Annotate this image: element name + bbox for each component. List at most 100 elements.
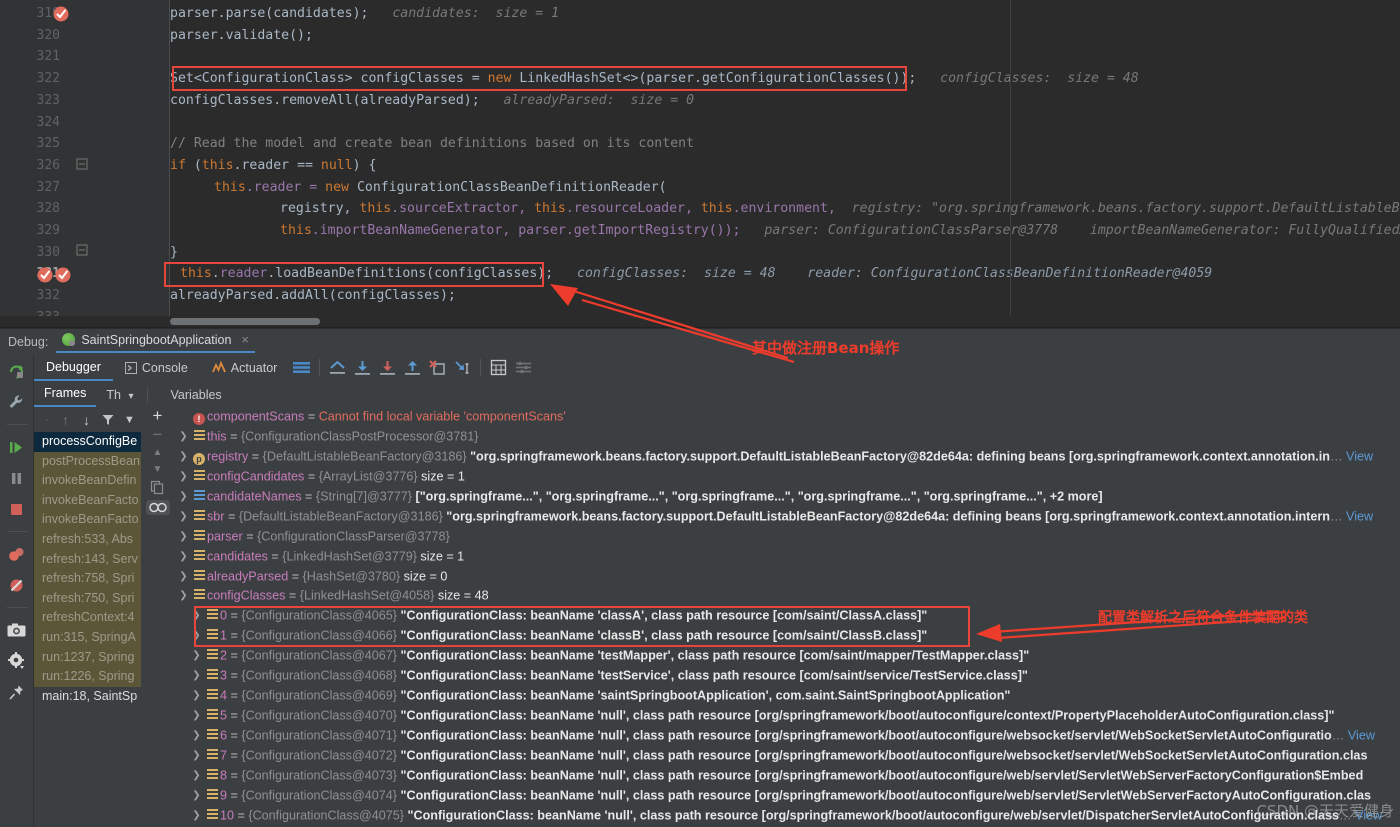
variable-row[interactable]: ❯candidates = {LinkedHashSet@3779} size … <box>176 547 1400 567</box>
tree-expander-icon[interactable]: ❯ <box>189 726 204 746</box>
fold-marker-icon[interactable] <box>76 244 88 256</box>
view-link[interactable]: View <box>1346 449 1373 463</box>
this-keyword: this <box>180 266 212 281</box>
editor-horizontal-scrollbar-thumb[interactable] <box>170 318 320 325</box>
tree-expander-icon[interactable]: ❯ <box>176 447 191 467</box>
variable-row[interactable]: ❯10 = {ConfigurationClass@4075} "Configu… <box>176 806 1400 826</box>
code-text: .reader == <box>234 158 321 173</box>
variable-row[interactable]: ❯candidateNames = {String[7]@3777} ["org… <box>176 487 1400 507</box>
filter-icon[interactable] <box>98 414 118 426</box>
view-link[interactable]: View <box>1346 509 1373 523</box>
run-configuration-tab[interactable]: SaintSpringbootApplication × <box>56 330 255 353</box>
rerun-icon[interactable] <box>6 360 28 382</box>
tree-expander-icon[interactable]: ❯ <box>189 746 204 766</box>
code-lines[interactable]: parser.parse(candidates); candidates: si… <box>170 0 1400 316</box>
close-icon[interactable]: × <box>241 332 249 347</box>
view-breakpoints-icon[interactable] <box>6 543 28 565</box>
frames-dropdown-icon[interactable]: ▼ <box>120 414 139 426</box>
tab-frames[interactable]: Frames <box>34 386 96 407</box>
tab-debugger[interactable]: Debugger <box>34 354 113 381</box>
editor-fold-gutter[interactable] <box>78 0 170 328</box>
frame-up-icon[interactable]: ↑ <box>56 412 75 428</box>
variable-row[interactable]: !componentScans = Cannot find local vari… <box>176 407 1400 427</box>
tree-expander-icon[interactable]: ❯ <box>176 507 191 527</box>
variable-row[interactable]: ❯configClasses = {LinkedHashSet@4058} si… <box>176 586 1400 606</box>
variable-row[interactable]: ❯3 = {ConfigurationClass@4068} "Configur… <box>176 666 1400 686</box>
fold-marker-icon[interactable] <box>76 158 88 170</box>
resume-icon[interactable] <box>6 436 28 458</box>
variable-row[interactable]: ❯4 = {ConfigurationClass@4069} "Configur… <box>176 686 1400 706</box>
variable-index: 3 <box>220 669 227 683</box>
variable-row[interactable]: ❯8 = {ConfigurationClass@4073} "Configur… <box>176 766 1400 786</box>
tree-collapse-icon[interactable]: ❯ <box>176 586 191 606</box>
tree-expander-icon[interactable]: ❯ <box>189 646 204 666</box>
pin-icon[interactable] <box>6 681 28 703</box>
breakpoint-icon[interactable] <box>54 266 72 283</box>
move-up-icon[interactable]: ▲ <box>153 447 163 458</box>
view-link[interactable]: View <box>1355 808 1382 822</box>
step-over-button[interactable] <box>350 357 375 379</box>
tree-expander-icon[interactable]: ❯ <box>176 427 191 447</box>
chevron-down-icon[interactable]: ▾ <box>128 391 133 402</box>
variable-row[interactable]: ❯pregistry = {DefaultListableBeanFactory… <box>176 447 1400 467</box>
force-step-into-button[interactable] <box>425 357 450 379</box>
settings-sliders-button[interactable] <box>511 357 536 379</box>
tab-variables[interactable]: Variables <box>152 388 231 407</box>
variable-row[interactable]: ❯5 = {ConfigurationClass@4070} "Configur… <box>176 706 1400 726</box>
wrench-icon[interactable] <box>6 391 28 413</box>
variable-index: 0 <box>220 609 227 623</box>
variable-row[interactable]: ❯2 = {ConfigurationClass@4067} "Configur… <box>176 646 1400 666</box>
tree-expander-icon[interactable]: ❯ <box>176 467 191 487</box>
debug-side-toolbar[interactable] <box>0 354 34 827</box>
variable-row[interactable]: ❯sbr = {DefaultListableBeanFactory@3186}… <box>176 507 1400 527</box>
tree-expander-icon[interactable]: ❯ <box>189 706 204 726</box>
breakpoint-icon[interactable] <box>36 266 54 283</box>
variables-side-toolbar[interactable]: + − ▲ ▼ <box>141 407 174 827</box>
remove-watch-icon[interactable]: − <box>153 429 163 441</box>
variable-row[interactable]: ❯9 = {ConfigurationClass@4074} "Configur… <box>176 786 1400 806</box>
tree-expander-icon[interactable]: ❯ <box>176 527 191 547</box>
tab-actuator[interactable]: Actuator <box>200 354 290 381</box>
object-icon <box>204 686 220 706</box>
tree-expander-icon[interactable]: ❯ <box>189 606 204 626</box>
tab-console[interactable]: Console <box>113 354 200 381</box>
debugger-panel-tabs[interactable]: Frames Th ▾ Variables <box>34 381 1400 407</box>
equals: = <box>268 549 282 563</box>
tree-expander-icon[interactable]: ❯ <box>189 766 204 786</box>
variable-row[interactable]: ❯7 = {ConfigurationClass@4072} "Configur… <box>176 746 1400 766</box>
tree-expander-icon[interactable]: ❯ <box>176 547 191 567</box>
add-watch-icon[interactable]: + <box>153 409 163 423</box>
tree-expander-icon[interactable]: ❯ <box>189 686 204 706</box>
mute-breakpoints-button[interactable] <box>289 357 314 379</box>
step-out-button[interactable] <box>400 357 425 379</box>
frame-down-icon[interactable]: ↓ <box>77 412 96 428</box>
tree-expander-icon[interactable]: ❯ <box>176 567 191 587</box>
camera-icon[interactable] <box>6 619 28 641</box>
variable-type: {DefaultListableBeanFactory@3186} <box>263 449 470 463</box>
run-to-cursor-button[interactable] <box>450 357 475 379</box>
move-down-icon[interactable]: ▼ <box>153 464 163 475</box>
variable-row[interactable]: ❯this = {ConfigurationClassPostProcessor… <box>176 427 1400 447</box>
variable-row[interactable]: ❯6 = {ConfigurationClass@4071} "Configur… <box>176 726 1400 746</box>
pause-icon[interactable] <box>6 467 28 489</box>
stop-icon[interactable] <box>6 498 28 520</box>
copy-icon[interactable] <box>151 481 164 494</box>
variable-row[interactable]: ❯configCandidates = {ArrayList@3776} siz… <box>176 467 1400 487</box>
mute-breakpoints-icon[interactable] <box>6 574 28 596</box>
tab-threads[interactable]: Th ▾ <box>96 388 143 407</box>
tree-expander-icon[interactable]: ❯ <box>176 487 191 507</box>
breakpoint-icon[interactable] <box>52 5 70 22</box>
show-execution-point-button[interactable] <box>325 357 350 379</box>
code-editor[interactable]: 319 320 321 322 323 324 325 326 327 328 … <box>0 0 1400 328</box>
view-link[interactable]: View <box>1348 728 1375 742</box>
gear-icon[interactable] <box>6 650 28 672</box>
tree-expander-icon[interactable]: ❯ <box>189 666 204 686</box>
tree-expander-icon[interactable]: ❯ <box>189 626 204 646</box>
inline-watches-icon[interactable] <box>146 500 170 515</box>
variable-row[interactable]: ❯alreadyParsed = {HashSet@3780} size = 0 <box>176 567 1400 587</box>
tree-expander-icon[interactable]: ❯ <box>189 786 204 806</box>
variable-row[interactable]: ❯parser = {ConfigurationClassParser@3778… <box>176 527 1400 547</box>
tree-expander-icon[interactable]: ❯ <box>189 806 204 826</box>
step-into-button[interactable] <box>375 357 400 379</box>
evaluate-expression-button[interactable] <box>486 357 511 379</box>
